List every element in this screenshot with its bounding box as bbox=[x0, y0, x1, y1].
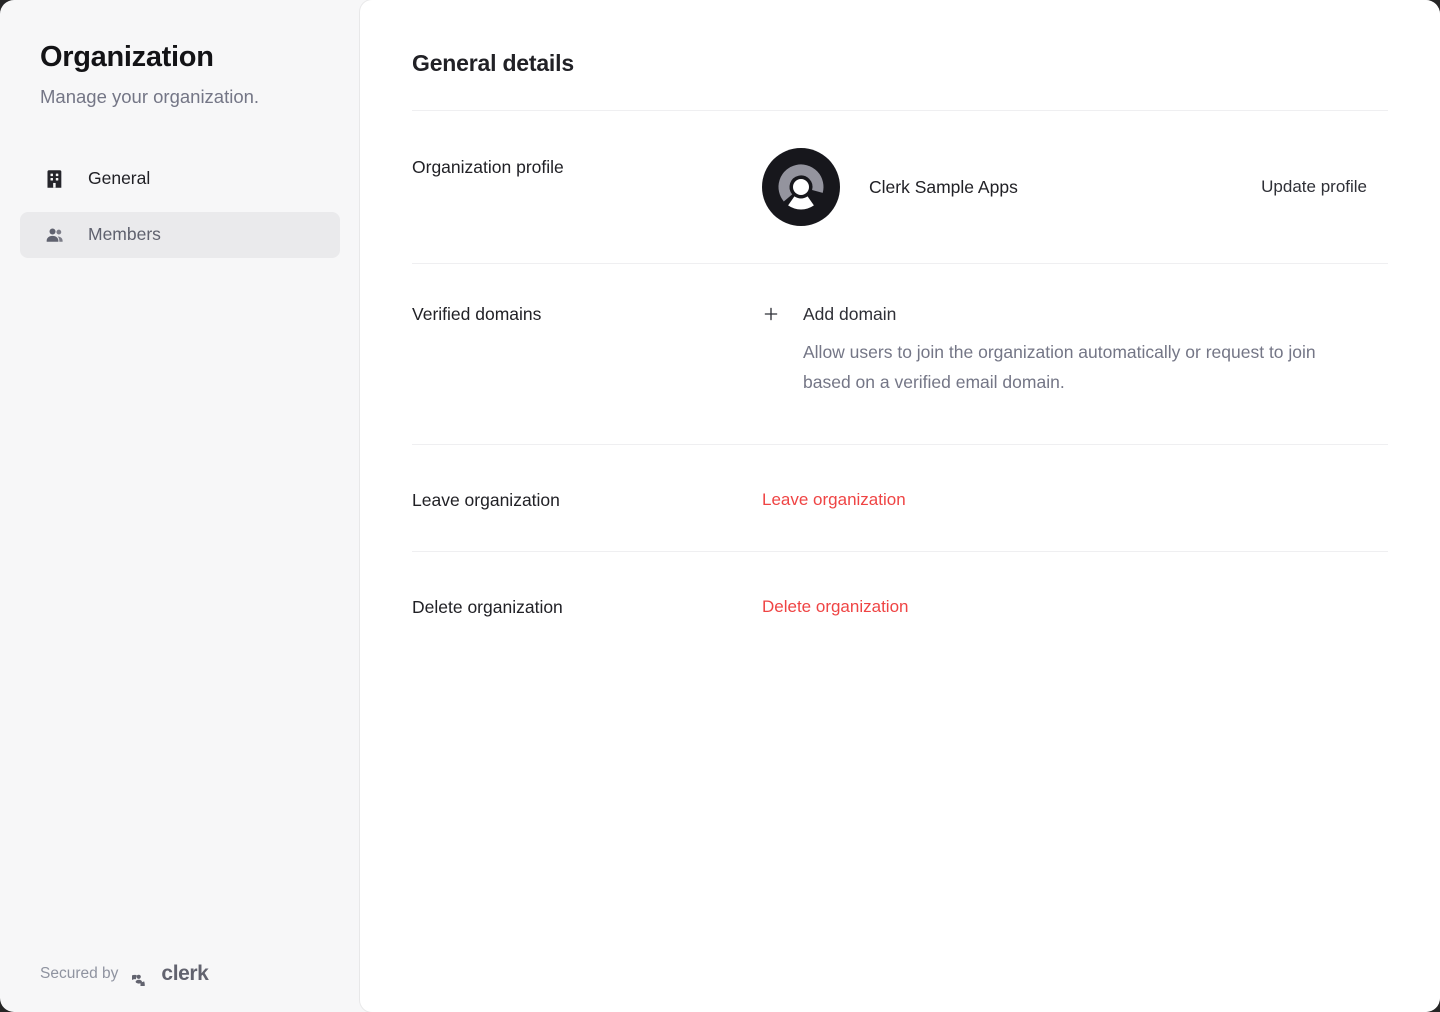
sidebar-item-label: General bbox=[88, 168, 150, 189]
users-icon bbox=[44, 224, 66, 246]
delete-organization-row: Delete organization Delete organization bbox=[412, 551, 1388, 658]
building-icon bbox=[44, 168, 66, 190]
sidebar-nav: General Members bbox=[20, 156, 340, 258]
verified-domains-content: Add domain Allow users to join the organ… bbox=[762, 302, 1388, 397]
organization-name: Clerk Sample Apps bbox=[869, 177, 1018, 198]
organization-avatar bbox=[762, 148, 840, 226]
secured-by-text: Secured by bbox=[40, 965, 118, 983]
update-profile-button[interactable]: Update profile bbox=[1251, 169, 1377, 205]
verified-domains-row: Verified domains Add domain Allow users … bbox=[412, 263, 1388, 444]
clerk-brand[interactable]: clerk bbox=[132, 962, 208, 986]
sidebar-item-label: Members bbox=[88, 224, 161, 245]
row-label: Verified domains bbox=[412, 302, 762, 326]
clerk-wordmark: clerk bbox=[161, 962, 208, 986]
panel-inner: General details Organization profile Cle… bbox=[360, 0, 1440, 658]
page-subtitle: Manage your organization. bbox=[40, 85, 320, 110]
sidebar-header: Organization Manage your organization. bbox=[20, 40, 340, 110]
sidebar-item-general[interactable]: General bbox=[20, 156, 340, 202]
general-details-panel: General details Organization profile Cle… bbox=[360, 0, 1440, 1012]
plus-icon bbox=[762, 305, 780, 323]
page-title: Organization bbox=[40, 40, 320, 75]
delete-organization-button[interactable]: Delete organization bbox=[762, 595, 908, 619]
leave-organization-button[interactable]: Leave organization bbox=[762, 488, 906, 512]
organization-profile-content: Clerk Sample Apps bbox=[762, 148, 1251, 226]
verified-domains-description: Allow users to join the organization aut… bbox=[803, 337, 1348, 397]
organization-profile-modal: Organization Manage your organization. G… bbox=[0, 0, 1440, 1012]
sidebar-item-members[interactable]: Members bbox=[20, 212, 340, 258]
row-label: Leave organization bbox=[412, 488, 762, 512]
clerk-logomark-icon bbox=[762, 148, 840, 226]
row-label: Organization profile bbox=[412, 148, 762, 179]
section-heading: General details bbox=[412, 0, 1388, 110]
secured-by-footer: Secured by clerk bbox=[40, 962, 208, 986]
clerk-logo-icon bbox=[132, 963, 155, 986]
sidebar: Organization Manage your organization. G… bbox=[0, 0, 360, 1012]
row-label: Delete organization bbox=[412, 595, 762, 619]
add-domain-label: Add domain bbox=[803, 302, 896, 326]
add-domain-button[interactable]: Add domain bbox=[762, 302, 896, 326]
organization-profile-row: Organization profile Clerk Sample Apps U… bbox=[412, 110, 1388, 263]
leave-organization-row: Leave organization Leave organization bbox=[412, 444, 1388, 551]
